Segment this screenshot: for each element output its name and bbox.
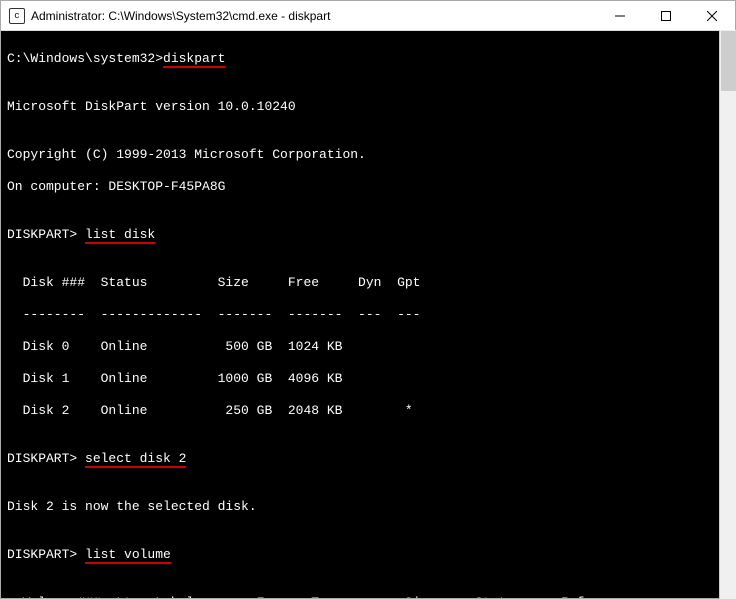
cmd-list-disk: list disk [85,227,155,244]
disk-sep: -------- ------------- ------- ------- -… [7,307,729,323]
select-disk-result: Disk 2 is now the selected disk. [7,499,729,515]
version-line: Microsoft DiskPart version 10.0.10240 [7,99,729,115]
dp-prompt: DISKPART> [7,547,85,562]
close-button[interactable] [689,1,735,31]
terminal-output[interactable]: C:\Windows\system32>diskpart Microsoft D… [1,31,735,598]
disk-row-2: Disk 2 Online 250 GB 2048 KB * [7,403,729,419]
disk-row-1: Disk 1 Online 1000 GB 4096 KB [7,371,729,387]
cmd-diskpart: diskpart [163,51,225,68]
window-title: Administrator: C:\Windows\System32\cmd.e… [31,9,597,23]
computer-line: On computer: DESKTOP-F45PA8G [7,179,729,195]
vol-header: Volume ### Ltr Label Fs Type Size Status… [7,595,729,598]
disk-header: Disk ### Status Size Free Dyn Gpt [7,275,729,291]
dp-prompt: DISKPART> [7,227,85,242]
titlebar[interactable]: c Administrator: C:\Windows\System32\cmd… [1,1,735,31]
cmd-list-volume: list volume [85,547,171,564]
scrollbar-thumb[interactable] [721,31,736,91]
copyright-line: Copyright (C) 1999-2013 Microsoft Corpor… [7,147,729,163]
minimize-button[interactable] [597,1,643,31]
cmd-icon: c [9,8,25,24]
disk-row-0: Disk 0 Online 500 GB 1024 KB [7,339,729,355]
dp-prompt: DISKPART> [7,451,85,466]
cmd-select-disk: select disk 2 [85,451,186,468]
prompt-path: C:\Windows\system32> [7,51,163,66]
cmd-window: c Administrator: C:\Windows\System32\cmd… [0,0,736,599]
maximize-button[interactable] [643,1,689,31]
vertical-scrollbar[interactable] [719,30,736,599]
